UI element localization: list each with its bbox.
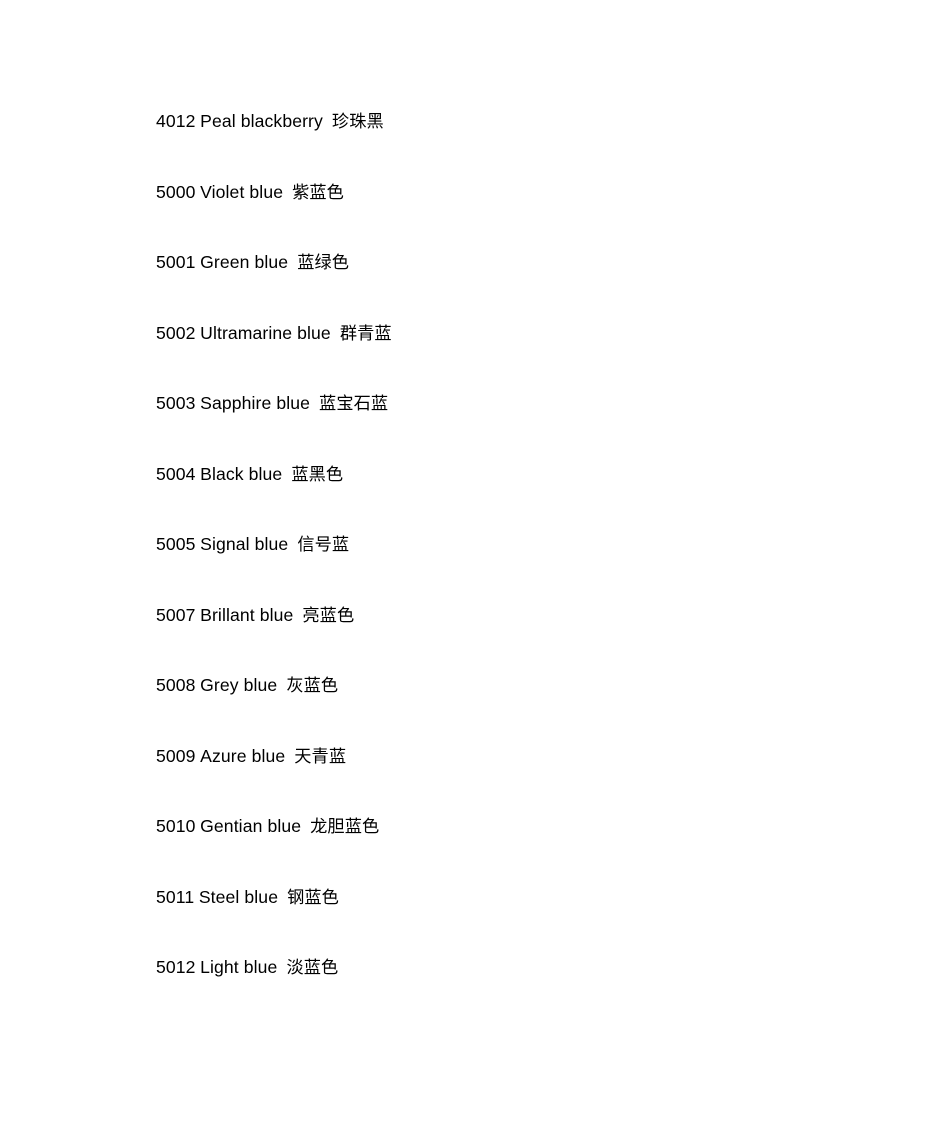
color-code: 4012 [156, 111, 196, 131]
color-code: 5005 [156, 534, 196, 554]
color-entry: 5011 Steel blue 钢蓝色 [156, 862, 856, 933]
color-entry: 5008 Grey blue 灰蓝色 [156, 650, 856, 721]
color-entry: 5009 Azure blue 天青蓝 [156, 721, 856, 792]
color-name-english: Sapphire blue [200, 393, 311, 413]
color-code: 5009 [156, 745, 196, 766]
color-entry: 5004 Black blue 蓝黑色 [156, 439, 856, 510]
color-name-english: Green blue [200, 252, 289, 272]
color-name-english: Ultramarine blue [200, 322, 331, 343]
color-name-chinese: 蓝绿色 [297, 253, 350, 273]
color-entry: 5010 Gentian blue 龙胆蓝色 [156, 791, 856, 862]
color-entry: 5001 Green blue 蓝绿色 [156, 227, 856, 298]
color-code: 5000 [156, 181, 196, 202]
color-name-english: Gentian blue [200, 816, 302, 836]
color-name-chinese: 亮蓝色 [302, 605, 355, 626]
color-name-chinese: 蓝黑色 [291, 464, 344, 485]
color-entry: 5003 Sapphire blue 蓝宝石蓝 [156, 368, 856, 439]
color-entry: 5000 Violet blue 紫蓝色 [156, 157, 856, 228]
color-name-english: Peal blackberry [200, 111, 323, 131]
color-name-chinese: 龙胆蓝色 [310, 817, 380, 837]
color-name-chinese: 群青蓝 [339, 323, 392, 344]
color-entry: 4012 Peal blackberry 珍珠黑 [156, 86, 856, 157]
color-entry: 5005 Signal blue 信号蓝 [156, 509, 856, 580]
color-name-chinese: 信号蓝 [297, 535, 350, 555]
color-name-english: Light blue [200, 957, 278, 977]
document-page: 4012 Peal blackberry 珍珠黑 5000 Violet blue 紫蓝色… [0, 0, 945, 1123]
color-name-chinese: 淡蓝色 [286, 958, 339, 978]
color-code: 5008 [156, 675, 196, 695]
color-name-english: Black blue [200, 463, 283, 484]
color-code: 5010 [156, 816, 196, 836]
color-name-english: Azure blue [200, 745, 286, 766]
color-name-english: Steel blue [198, 886, 279, 907]
color-name-chinese: 灰蓝色 [286, 676, 339, 696]
color-code: 5011 [156, 886, 195, 907]
color-name-chinese: 天青蓝 [294, 746, 347, 767]
color-name-chinese: 紫蓝色 [292, 182, 344, 203]
color-name-english: Brillant blue [200, 604, 294, 625]
color-entry: 5007 Brillant blue 亮蓝色 [156, 580, 856, 651]
color-name-chinese: 珍珠黑 [331, 112, 384, 132]
color-code-list: 4012 Peal blackberry 珍珠黑 5000 Violet blue 紫蓝色… [156, 86, 856, 1003]
color-entry: 5002 Ultramarine blue 群青蓝 [156, 298, 856, 369]
color-entry: 5012 Light blue 淡蓝色 [156, 932, 856, 1003]
color-code: 5004 [156, 463, 196, 484]
color-code: 5003 [156, 393, 196, 413]
color-name-english: Signal blue [200, 534, 289, 554]
color-name-chinese: 钢蓝色 [287, 887, 339, 908]
color-code: 5007 [156, 604, 196, 625]
color-code: 5002 [156, 322, 196, 343]
color-name-chinese: 蓝宝石蓝 [319, 394, 389, 414]
color-code: 5012 [156, 957, 196, 977]
color-code: 5001 [156, 252, 196, 272]
color-name-english: Grey blue [200, 675, 278, 695]
color-name-english: Violet blue [200, 181, 284, 202]
